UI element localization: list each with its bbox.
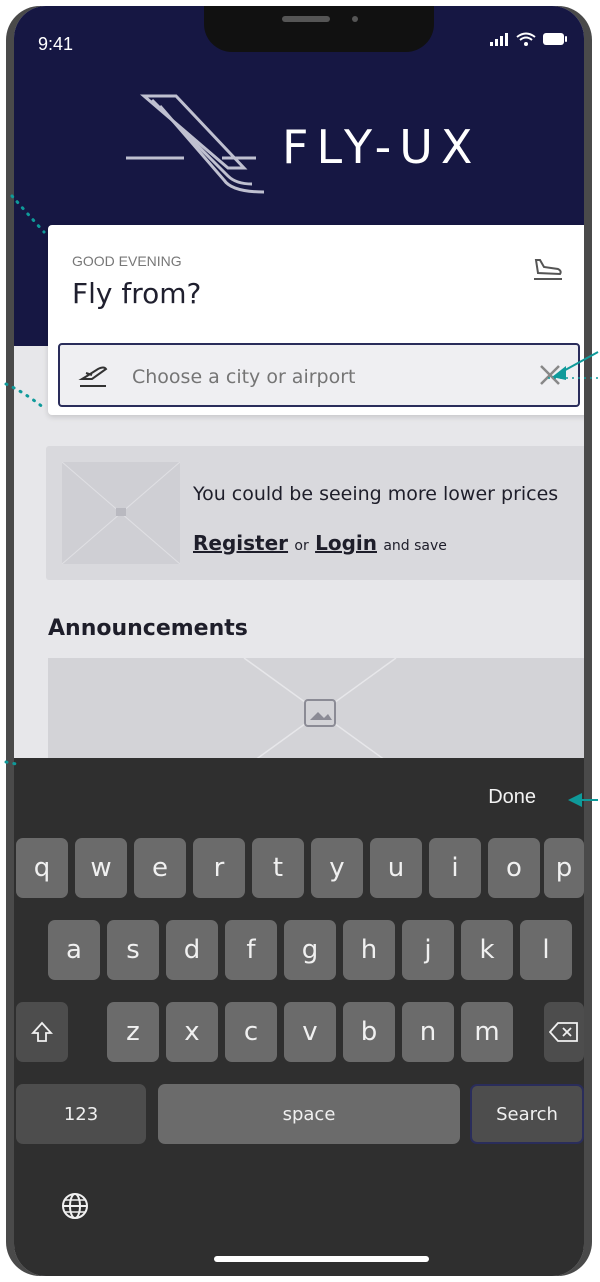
annotation-overlay [4, 194, 600, 807]
